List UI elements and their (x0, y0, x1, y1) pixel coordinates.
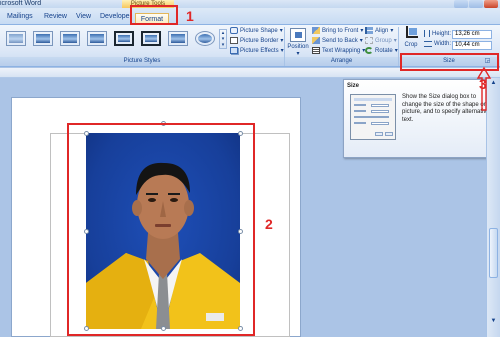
dropdown-arrow-icon: ▾ (393, 38, 397, 44)
group-button[interactable]: Group ▾ (365, 37, 397, 44)
picture-style-thumb[interactable] (33, 31, 53, 46)
dropdown-arrow-icon: ▾ (279, 28, 283, 34)
rotate-button[interactable]: Rotate ▾ (365, 47, 398, 54)
gallery-scroll[interactable]: ▴ ▾ ▾ (219, 29, 227, 49)
picture-shape-icon (230, 27, 238, 34)
picture-style-thumb[interactable] (168, 31, 188, 46)
height-label: Height: (432, 30, 452, 37)
scroll-down-arrow-icon[interactable]: ▼ (489, 318, 498, 326)
picture-border-icon (230, 37, 238, 44)
dropdown-arrow-icon: ▾ (280, 38, 284, 44)
maximize-button[interactable] (469, 0, 483, 8)
size-tooltip: Size Show the Size dialog box to change … (343, 79, 493, 158)
picture-style-thumb[interactable] (6, 31, 26, 46)
picture-border-label: Picture Border (240, 37, 279, 44)
text-wrapping-label: Text Wrapping (322, 47, 361, 54)
picture-effects-button[interactable]: Picture Effects ▾ (230, 47, 284, 54)
text-wrapping-button[interactable]: Text Wrapping ▾ (312, 47, 365, 54)
tab-view[interactable]: View (76, 13, 91, 20)
ribbon-tab-strip: Mailings Review View Developer Format (0, 8, 500, 26)
close-button[interactable] (484, 0, 498, 8)
title-bar: icrosoft Word Picture Tools (0, 0, 500, 8)
align-icon (365, 27, 373, 34)
picture-style-thumb[interactable] (114, 31, 134, 46)
bring-to-front-icon (312, 27, 320, 34)
width-input[interactable]: 10,44 cm (452, 41, 492, 50)
picture-style-thumb[interactable] (195, 31, 215, 46)
height-input[interactable]: 13,26 cm (452, 30, 492, 39)
annotation-number-3: 3 (479, 76, 487, 92)
rotate-label: Rotate (375, 47, 393, 54)
tab-mailings[interactable]: Mailings (7, 13, 33, 20)
picture-effects-label: Picture Effects (240, 47, 279, 54)
picture-style-thumb[interactable] (87, 31, 107, 46)
annotation-box-format-tab (130, 5, 178, 25)
group-label: Group (375, 37, 392, 44)
annotation-number-1: 1 (186, 8, 194, 24)
group-label-arrange: Arrange (285, 57, 398, 66)
send-to-back-button[interactable]: Send to Back ▾ (312, 37, 363, 44)
align-label: Align (375, 27, 389, 34)
text-wrapping-icon (312, 47, 320, 54)
picture-border-button[interactable]: Picture Border ▾ (230, 37, 283, 44)
crop-icon (403, 26, 419, 40)
align-button[interactable]: Align ▾ (365, 27, 393, 34)
position-icon (290, 28, 306, 42)
picture-style-thumb[interactable] (141, 31, 161, 46)
tooltip-title: Size (347, 83, 360, 89)
scroll-thumb[interactable] (489, 228, 498, 278)
tab-review[interactable]: Review (44, 13, 67, 20)
picture-style-thumb[interactable] (60, 31, 80, 46)
bring-to-front-label: Bring to Front (322, 27, 359, 34)
rotate-icon (365, 47, 373, 54)
position-button[interactable]: Position ▾ (287, 28, 309, 57)
width-label: Width: (434, 41, 452, 47)
app-title: icrosoft Word (0, 0, 42, 7)
width-control: Width: (424, 41, 451, 47)
dropdown-arrow-icon: ▾ (296, 51, 300, 57)
crop-button[interactable]: Crop (401, 26, 421, 48)
annotation-number-2: 2 (265, 216, 273, 232)
bring-to-front-button[interactable]: Bring to Front ▾ (312, 27, 363, 34)
tab-developer[interactable]: Developer (100, 13, 132, 20)
group-icon (365, 37, 373, 44)
minimize-button[interactable] (454, 0, 468, 8)
window-controls (454, 0, 498, 8)
height-icon (424, 30, 430, 37)
crop-label: Crop (404, 42, 418, 48)
height-control: Height: (424, 30, 451, 37)
picture-shape-button[interactable]: Picture Shape ▾ (230, 27, 283, 34)
dropdown-arrow-icon: ▾ (359, 38, 363, 44)
picture-shape-label: Picture Shape (240, 27, 278, 34)
picture-effects-icon (230, 47, 238, 54)
annotation-box-photo (67, 123, 255, 336)
vertical-scrollbar[interactable]: ▲ ▼ (486, 78, 500, 337)
send-to-back-label: Send to Back (322, 37, 358, 44)
dropdown-arrow-icon: ▾ (390, 28, 394, 34)
size-dialog-preview (350, 94, 396, 140)
group-label-picture-styles: Picture Styles (0, 57, 284, 66)
send-to-back-icon (312, 37, 320, 44)
width-icon (424, 41, 432, 47)
dropdown-arrow-icon: ▾ (360, 28, 364, 34)
